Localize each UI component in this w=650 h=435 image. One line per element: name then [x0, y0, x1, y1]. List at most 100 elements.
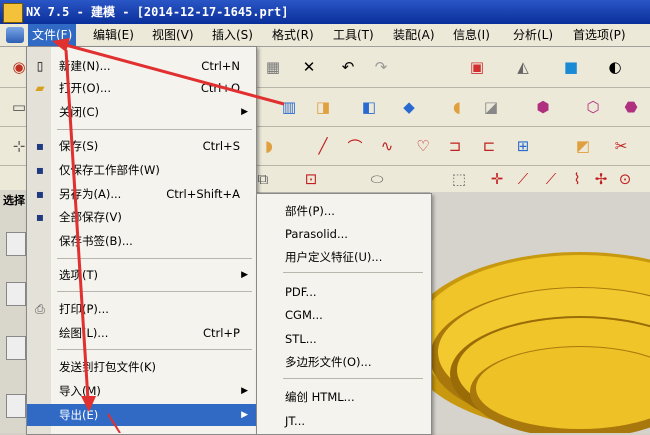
threaded-model — [430, 252, 650, 433]
arc-center-icon[interactable]: ⊙ — [614, 168, 636, 190]
chamfer-icon[interactable]: ◪ — [480, 96, 502, 118]
select-feature-icon[interactable]: ⊡ — [300, 168, 322, 190]
arc-icon[interactable]: ⌒ — [344, 135, 366, 157]
menu-item-save-bookmark[interactable]: 保存书签(B)... — [27, 230, 256, 252]
shaded-icon[interactable]: ◭ — [512, 56, 534, 78]
end-point-icon[interactable]: ⟋ — [512, 168, 534, 190]
export-item-html[interactable]: 编创 HTML... — [257, 386, 431, 408]
fillet-curve-icon[interactable]: ⊐ — [444, 135, 466, 157]
menu-information[interactable]: 信息(I) — [453, 24, 490, 46]
menu-assembly[interactable]: 装配(A) — [393, 24, 435, 46]
menu-item-save-work-part[interactable]: ▪ 仅保存工作部件(W) — [27, 159, 256, 181]
menu-item-save-as[interactable]: ▪ 另存为(A)... Ctrl+Shift+A — [27, 183, 256, 205]
graphics-window[interactable] — [430, 192, 650, 433]
surface-icon[interactable]: ◩ — [572, 135, 594, 157]
menu-item-save[interactable]: ▪ 保存(S) Ctrl+S — [27, 135, 256, 157]
menu-preferences[interactable]: 首选项(P) — [573, 24, 626, 46]
menu-item-open[interactable]: ▰ 打开(O)... Ctrl+O — [27, 77, 256, 99]
trim-icon[interactable]: ✂ — [610, 135, 632, 157]
cube-view-icon[interactable]: ■ — [560, 56, 582, 78]
intersection-point-icon[interactable]: ✢ — [590, 168, 612, 190]
undo-icon[interactable]: ↶ — [337, 56, 359, 78]
save-as-icon: ▪ — [35, 187, 45, 201]
selection-label: 选择 — [3, 194, 25, 207]
menu-bar: 文件(F) 编辑(E) 视图(V) 插入(S) 格式(R) 工具(T) 装配(A… — [0, 24, 650, 47]
subtract-icon[interactable]: ⬡ — [582, 96, 604, 118]
window-menu-icon[interactable] — [6, 27, 24, 43]
submenu-arrow-icon: ▶ — [241, 386, 248, 396]
save-all-icon: ▪ — [35, 210, 45, 224]
project-curve-icon[interactable]: ⊞ — [512, 135, 534, 157]
menu-format[interactable]: 格式(R) — [272, 24, 314, 46]
window-title: NX 7.5 - 建模 - [2014-12-17-1645.prt] — [26, 5, 289, 19]
shell-icon[interactable]: ◗ — [258, 135, 280, 157]
part-navigator-tab[interactable] — [6, 232, 26, 256]
menu-item-close[interactable]: 关闭(C) ▶ — [27, 101, 256, 123]
export-item-jt[interactable]: JT... — [257, 410, 431, 432]
menu-item-import[interactable]: 导入(M) ▶ — [27, 380, 256, 402]
submenu-arrow-icon: ▶ — [241, 410, 248, 420]
delete-icon[interactable]: ✕ — [298, 56, 320, 78]
unite-icon[interactable]: ⬢ — [532, 96, 554, 118]
menu-item-save-all[interactable]: ▪ 全部保存(V) — [27, 206, 256, 228]
menu-item-send-to-package[interactable]: 发送到打包文件(K) — [27, 356, 256, 378]
menu-file[interactable]: 文件(F) — [28, 24, 77, 46]
intersect-icon[interactable]: ⬣ — [620, 96, 642, 118]
mid-point-icon[interactable]: ⟋ — [540, 168, 562, 190]
reuse-library-tab[interactable] — [6, 336, 26, 360]
menu-separator — [283, 378, 423, 379]
menu-item-plot[interactable]: 绘图(L)... Ctrl+P — [27, 322, 256, 344]
line-icon[interactable]: ╱ — [312, 135, 334, 157]
save-work-part-icon: ▪ — [35, 163, 45, 177]
blend-icon[interactable]: ◖ — [446, 96, 468, 118]
export-item-pdf[interactable]: PDF... — [257, 281, 431, 303]
redo-icon[interactable]: ↷ — [370, 56, 392, 78]
submenu-arrow-icon: ▶ — [241, 270, 248, 280]
assembly-navigator-tab[interactable] — [6, 282, 26, 306]
fit-view-icon[interactable]: ▣ — [466, 56, 488, 78]
resource-bar — [0, 190, 29, 433]
export-item-udf[interactable]: 用户定义特征(U)... — [257, 246, 431, 268]
paste-icon[interactable]: ▦ — [262, 56, 284, 78]
menu-item-export[interactable]: 导出(E) ▶ — [27, 404, 256, 426]
spline-icon[interactable]: ∿ — [376, 135, 398, 157]
menu-item-print[interactable]: ⎙ 打印(P)... — [27, 298, 256, 320]
rectangle-select-icon[interactable]: ⬚ — [448, 168, 470, 190]
menu-separator — [57, 258, 252, 259]
menu-insert[interactable]: 插入(S) — [212, 24, 253, 46]
studio-spline-icon[interactable]: ♡ — [412, 135, 434, 157]
file-menu: ▯ 新建(N)... Ctrl+N ▰ 打开(O)... Ctrl+O 关闭(C… — [26, 46, 257, 435]
nx-app-icon — [3, 3, 23, 23]
menu-tools[interactable]: 工具(T) — [333, 24, 374, 46]
export-item-cgm[interactable]: CGM... — [257, 304, 431, 326]
snap-point-icon[interactable]: ✛ — [486, 168, 508, 190]
export-item-polygon-file[interactable]: 多边形文件(O)... — [257, 351, 431, 373]
save-icon: ▪ — [35, 139, 45, 153]
offset-curve-icon[interactable]: ⊏ — [478, 135, 500, 157]
export-item-parasolid[interactable]: Parasolid... — [257, 223, 431, 245]
export-item-stl[interactable]: STL... — [257, 328, 431, 350]
menu-edit[interactable]: 编辑(E) — [93, 24, 134, 46]
menu-item-new[interactable]: ▯ 新建(N)... Ctrl+N — [27, 55, 256, 77]
hole-icon[interactable]: ◧ — [358, 96, 380, 118]
printer-icon: ⎙ — [35, 302, 45, 316]
info-tab[interactable] — [6, 394, 26, 418]
new-document-icon: ▯ — [36, 59, 44, 73]
open-folder-icon: ▰ — [35, 81, 45, 95]
revolve-icon[interactable]: ◨ — [312, 96, 334, 118]
export-submenu: 部件(P)... Parasolid... 用户定义特征(U)... PDF..… — [256, 193, 432, 435]
export-item-part[interactable]: 部件(P)... — [257, 200, 431, 222]
menu-separator — [57, 129, 252, 130]
menu-analysis[interactable]: 分析(L) — [513, 24, 553, 46]
select-body-icon[interactable]: ⬭ — [366, 168, 388, 190]
title-bar: NX 7.5 - 建模 - [2014-12-17-1645.prt] — [0, 0, 650, 24]
boss-icon[interactable]: ◆ — [398, 96, 420, 118]
control-point-icon[interactable]: ⌇ — [566, 168, 588, 190]
menu-separator — [57, 349, 252, 350]
menu-item-options[interactable]: 选项(T) ▶ — [27, 264, 256, 286]
menu-view[interactable]: 视图(V) — [152, 24, 194, 46]
menu-separator — [57, 291, 252, 292]
orient-icon[interactable]: ◐ — [604, 56, 626, 78]
extrude-icon[interactable]: ▥ — [278, 96, 300, 118]
submenu-arrow-icon: ▶ — [241, 107, 248, 117]
